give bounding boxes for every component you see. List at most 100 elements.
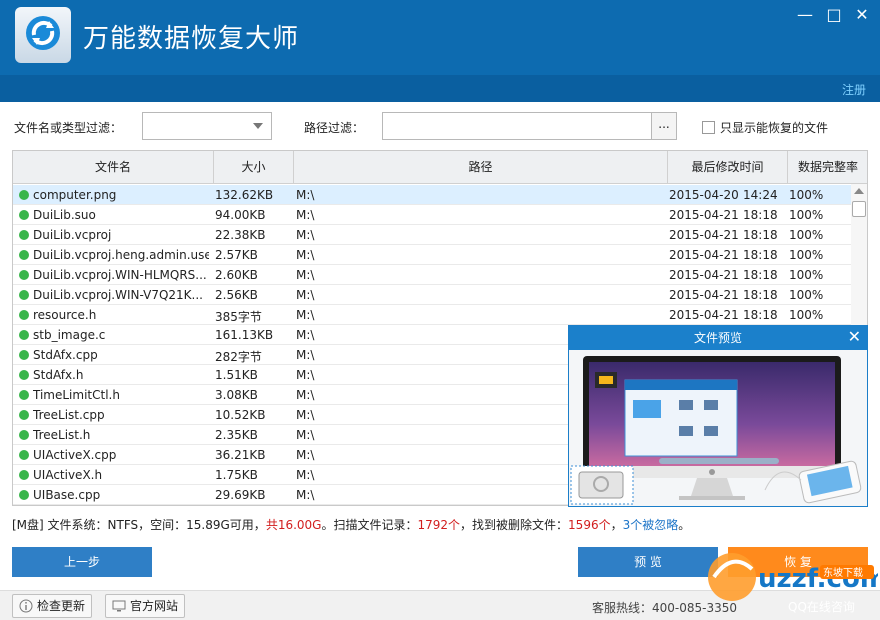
cell-date: 2015-04-20 <box>669 188 739 202</box>
cell-filename: stb_image.c <box>33 328 106 342</box>
status-dot-icon <box>19 330 29 340</box>
cell-date: 2015-04-21 <box>669 288 739 302</box>
status-scan-label: 。扫描文件记录： <box>321 518 418 532</box>
cell-size: 1.75KB <box>215 468 258 482</box>
prev-step-button[interactable]: 上一步 <box>12 547 152 577</box>
cell-size: 1.51KB <box>215 368 258 382</box>
official-site-button[interactable]: 官方网站 <box>105 594 186 618</box>
status-ignored-link[interactable]: 3个被忽略 <box>623 518 679 532</box>
cell-size: 2.35KB <box>215 428 258 442</box>
cell-integrity: 100% <box>789 208 824 222</box>
cell-path: M:\ <box>296 308 315 322</box>
cell-time: 18:18 <box>743 308 778 322</box>
column-header-size[interactable]: 大小 <box>214 151 294 184</box>
status-dot-icon <box>19 310 29 320</box>
cell-size: 282字节 <box>215 350 262 364</box>
status-dot-icon <box>19 410 29 420</box>
cell-path: M:\ <box>296 188 315 202</box>
preview-close-icon[interactable]: ✕ <box>848 327 861 346</box>
title-bar: 万能数据恢复大师 — □ ✕ 注册 <box>0 0 880 102</box>
preview-title: 文件预览 <box>569 326 867 350</box>
status-deleted-label: ，找到被删除文件： <box>460 518 569 532</box>
cell-size: 385字节 <box>215 310 262 324</box>
app-title: 万能数据恢复大师 <box>83 24 300 54</box>
cell-filename: StdAfx.h <box>33 368 84 382</box>
cell-filename: DuiLib.vcproj.WIN-HLMQRS... <box>33 268 207 282</box>
cell-filename: TreeList.cpp <box>33 408 105 422</box>
name-filter-label: 文件名或类型过滤： <box>14 121 123 135</box>
monitor-icon <box>112 600 126 612</box>
status-line: [M盘] 文件系统：NTFS，空间：15.89G可用，共16.00G。扫描文件记… <box>12 516 690 533</box>
cell-size: 161.13KB <box>215 328 274 342</box>
cell-size: 2.57KB <box>215 248 258 262</box>
cell-filename: DuiLib.vcproj.WIN-V7Q21K... <box>33 288 203 302</box>
table-row[interactable]: resource.h 385字节 M:\ 2015-04-21 18:18 100% <box>13 305 853 325</box>
table-row[interactable]: DuiLib.vcproj.WIN-HLMQRS... 2.60KB M:\ 2015… <box>13 265 853 285</box>
cell-date: 2015-04-21 <box>669 208 739 222</box>
scroll-thumb[interactable] <box>852 201 866 217</box>
cell-time: 18:18 <box>743 228 778 242</box>
cell-size: 36.21KB <box>215 448 266 462</box>
cell-integrity: 100% <box>789 228 824 242</box>
column-header-name[interactable]: 文件名 <box>13 151 214 184</box>
register-link[interactable]: 注册 <box>842 81 866 98</box>
preview-image <box>569 350 867 506</box>
preview-button[interactable]: 预 览 <box>578 547 718 577</box>
table-header: 文件名 大小 路径 最后修改时间 数据完整率 <box>13 151 867 184</box>
cell-filename: UIActiveX.h <box>33 468 103 482</box>
cell-size: 2.60KB <box>215 268 258 282</box>
minimize-button[interactable]: — <box>794 6 816 24</box>
cell-date: 2015-04-21 <box>669 228 739 242</box>
check-update-button[interactable]: 检查更新 <box>12 594 93 618</box>
cell-filename: UIActiveX.cpp <box>33 448 117 462</box>
status-scanned-count: 1792个 <box>417 518 461 532</box>
column-header-modified[interactable]: 最后修改时间 <box>668 151 788 184</box>
cell-filename: DuiLib.vcproj <box>33 228 112 242</box>
only-recoverable-label[interactable]: 只显示能恢复的文件 <box>720 119 828 136</box>
status-dot-icon <box>19 450 29 460</box>
check-update-label: 检查更新 <box>37 599 86 613</box>
cell-integrity: 100% <box>789 308 824 322</box>
cell-filename: StdAfx.cpp <box>33 348 98 362</box>
cell-filename: TreeList.h <box>33 428 91 442</box>
path-filter-label: 路径过滤： <box>304 121 365 135</box>
cell-size: 22.38KB <box>215 228 266 242</box>
status-dot-icon <box>19 430 29 440</box>
cell-date: 2015-04-21 <box>669 268 739 282</box>
cell-path: M:\ <box>296 208 315 222</box>
name-filter-select[interactable] <box>142 112 272 140</box>
watermark-logo: uzzf.com 东坡下载 <box>708 553 878 601</box>
scroll-up-arrow-icon[interactable] <box>854 188 864 194</box>
status-dot-icon <box>19 370 29 380</box>
app-logo-icon <box>15 7 71 63</box>
cell-filename: DuiLib.suo <box>33 208 96 222</box>
cell-size: 3.08KB <box>215 388 258 402</box>
table-row[interactable]: DuiLib.vcproj.WIN-V7Q21K... 2.56KB M:\ 2015… <box>13 285 853 305</box>
cell-integrity: 100% <box>789 188 824 202</box>
column-header-integrity[interactable]: 数据完整率 <box>788 151 867 184</box>
table-row[interactable]: DuiLib.suo 94.00KB M:\ 2015-04-21 18:18 100% <box>13 205 853 225</box>
status-deleted-count: 1596个 <box>568 518 611 532</box>
only-recoverable-checkbox[interactable] <box>702 121 715 134</box>
table-row[interactable]: DuiLib.vcproj.heng.admin.user 2.57KB M:\ 20… <box>13 245 853 265</box>
cell-size: 94.00KB <box>215 208 266 222</box>
status-dot-icon <box>19 390 29 400</box>
chevron-down-icon <box>253 123 263 129</box>
title-sub-band <box>0 75 880 102</box>
close-button[interactable]: ✕ <box>851 6 873 24</box>
cell-filename: resource.h <box>33 308 97 322</box>
cell-path: M:\ <box>296 288 315 302</box>
column-header-path[interactable]: 路径 <box>294 151 668 184</box>
status-dot-icon <box>19 250 29 260</box>
table-row[interactable]: DuiLib.vcproj 22.38KB M:\ 2015-04-21 18:18 10… <box>13 225 853 245</box>
cell-size: 29.69KB <box>215 488 266 502</box>
status-dot-icon <box>19 350 29 360</box>
official-site-label: 官方网站 <box>130 599 179 613</box>
maximize-button[interactable]: □ <box>823 6 845 24</box>
browse-button[interactable]: ... <box>651 112 677 140</box>
svg-text:东坡下载: 东坡下载 <box>823 566 863 579</box>
status-disk-info: [M盘] 文件系统：NTFS，空间：15.89G可用， <box>12 518 266 532</box>
path-filter-input[interactable] <box>382 112 652 140</box>
info-icon <box>19 599 33 613</box>
table-row[interactable]: computer.png 132.62KB M:\ 2015-04-20 14:24 10… <box>13 185 853 205</box>
